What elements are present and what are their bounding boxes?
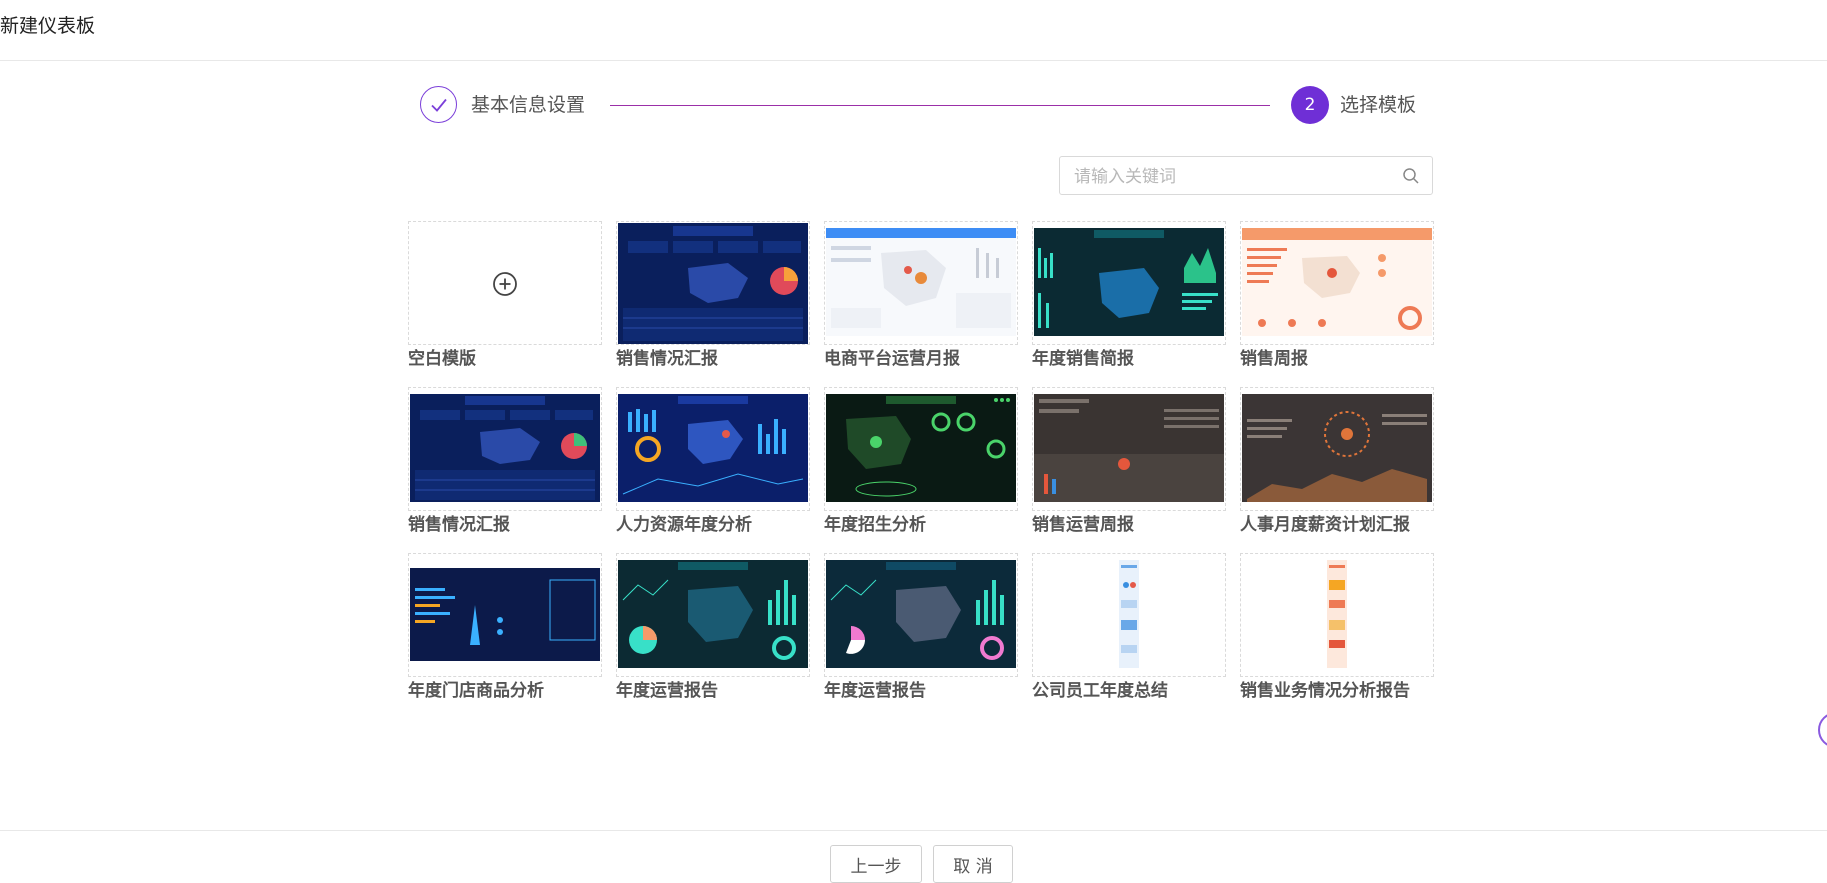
template-thumbnail: [1242, 228, 1432, 336]
step-2-number-circle: 2: [1291, 86, 1329, 124]
template-card[interactable]: [616, 221, 810, 345]
template-name: 销售情况汇报: [408, 515, 510, 535]
dialog-title: 新建仪表板: [0, 15, 96, 37]
step-connector-line: [610, 105, 1270, 106]
template-thumbnail: [410, 560, 600, 668]
step-1-label: 基本信息设置: [471, 94, 586, 116]
template-name: 销售情况汇报: [616, 349, 718, 369]
template-thumbnail: [1242, 560, 1432, 668]
template-name: 电商平台运营月报: [824, 349, 960, 369]
template-name: 人事月度薪资计划汇报: [1240, 515, 1410, 535]
template-search-box[interactable]: [1059, 156, 1433, 196]
template-name: 销售业务情况分析报告: [1240, 681, 1410, 701]
search-icon[interactable]: [1402, 167, 1420, 185]
template-thumbnail: [1242, 394, 1432, 502]
template-thumbnail: [826, 394, 1016, 502]
template-name: 年度运营报告: [824, 681, 926, 701]
dialog-header: 新建仪表板: [0, 0, 1827, 61]
template-thumbnail: [410, 394, 600, 502]
template-card[interactable]: [1032, 553, 1226, 677]
template-card[interactable]: [1032, 221, 1226, 345]
floating-assistant-button[interactable]: [1818, 712, 1827, 748]
template-card-blank[interactable]: [408, 221, 602, 345]
template-thumbnail: [826, 228, 1016, 336]
template-thumbnail: [1034, 560, 1224, 668]
template-card[interactable]: [616, 553, 810, 677]
template-name: 销售运营周报: [1032, 515, 1134, 535]
template-thumbnail: [1034, 228, 1224, 336]
template-thumbnail: [618, 223, 808, 344]
plus-circle-icon: [493, 272, 517, 296]
steps-bar: 基本信息设置 2 选择模板: [420, 86, 1422, 128]
template-card[interactable]: [1240, 387, 1434, 511]
template-name: 年度销售简报: [1032, 349, 1134, 369]
search-input[interactable]: [1072, 157, 1396, 196]
cancel-button[interactable]: 取 消: [933, 845, 1013, 883]
template-card[interactable]: [824, 387, 1018, 511]
template-name: 销售周报: [1240, 349, 1308, 369]
template-card[interactable]: [616, 387, 810, 511]
previous-step-button[interactable]: 上一步: [830, 845, 922, 883]
template-thumbnail: [618, 560, 808, 668]
template-thumbnail: [1034, 394, 1224, 502]
step-1-check-circle: [420, 86, 457, 123]
template-card[interactable]: [408, 387, 602, 511]
footer-divider: [0, 830, 1827, 831]
template-name: 人力资源年度分析: [616, 515, 752, 535]
template-card[interactable]: [408, 553, 602, 677]
template-card[interactable]: [1032, 387, 1226, 511]
step-2-label: 选择模板: [1340, 94, 1417, 116]
template-thumbnail: [618, 394, 808, 502]
template-card[interactable]: [824, 221, 1018, 345]
template-name: 年度运营报告: [616, 681, 718, 701]
template-name: 年度门店商品分析: [408, 681, 544, 701]
template-name: 年度招生分析: [824, 515, 926, 535]
template-name: 空白模版: [408, 349, 476, 369]
template-card[interactable]: [824, 553, 1018, 677]
check-icon: [430, 98, 447, 112]
template-card[interactable]: [1240, 221, 1434, 345]
template-card[interactable]: [1240, 553, 1434, 677]
template-thumbnail: [826, 560, 1016, 668]
template-name: 公司员工年度总结: [1032, 681, 1168, 701]
